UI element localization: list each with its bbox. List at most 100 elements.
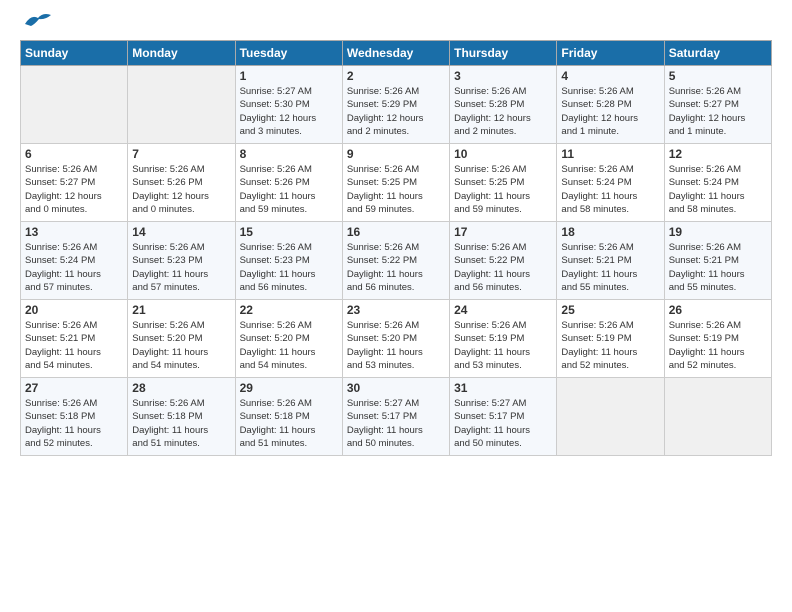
day-info: Sunrise: 5:27 AM Sunset: 5:17 PM Dayligh…	[454, 397, 552, 450]
day-info: Sunrise: 5:26 AM Sunset: 5:26 PM Dayligh…	[240, 163, 338, 216]
day-number: 4	[561, 69, 659, 83]
calendar-cell: 24 Sunrise: 5:26 AM Sunset: 5:19 PM Dayli…	[450, 300, 557, 378]
calendar-week-2: 6 Sunrise: 5:26 AM Sunset: 5:27 PM Daylig…	[21, 144, 772, 222]
day-number: 25	[561, 303, 659, 317]
calendar-cell: 22Sunrise: 5:26 AM Sunset: 5:20 PM Dayli…	[235, 300, 342, 378]
calendar-cell: 10 Sunrise: 5:26 AM Sunset: 5:25 PM Dayli…	[450, 144, 557, 222]
calendar-cell: 23 Sunrise: 5:26 AM Sunset: 5:20 PM Dayli…	[342, 300, 449, 378]
day-number: 10	[454, 147, 552, 161]
day-info: Sunrise: 5:26 AM Sunset: 5:21 PM Dayligh…	[25, 319, 123, 372]
day-info: Sunrise: 5:26 AM Sunset: 5:24 PM Dayligh…	[25, 241, 123, 294]
calendar-cell: 5 Sunrise: 5:26 AM Sunset: 5:27 PM Daylig…	[664, 66, 771, 144]
day-number: 26	[669, 303, 767, 317]
day-info: Sunrise: 5:27 AM Sunset: 5:30 PM Dayligh…	[240, 85, 338, 138]
day-number: 23	[347, 303, 445, 317]
calendar-cell	[664, 378, 771, 456]
day-info: Sunrise: 5:26 AM Sunset: 5:25 PM Dayligh…	[454, 163, 552, 216]
day-number: 29	[240, 381, 338, 395]
calendar-cell: 26 Sunrise: 5:26 AM Sunset: 5:19 PM Dayli…	[664, 300, 771, 378]
day-info: Sunrise: 5:26 AM Sunset: 5:28 PM Dayligh…	[454, 85, 552, 138]
day-number: 15	[240, 225, 338, 239]
calendar-table: SundayMondayTuesdayWednesdayThursdayFrid…	[20, 40, 772, 456]
day-number: 28	[132, 381, 230, 395]
calendar-cell: 7Sunrise: 5:26 AM Sunset: 5:26 PM Daylig…	[128, 144, 235, 222]
day-number: 13	[25, 225, 123, 239]
day-info: Sunrise: 5:26 AM Sunset: 5:23 PM Dayligh…	[132, 241, 230, 294]
calendar-cell: 21 Sunrise: 5:26 AM Sunset: 5:20 PM Dayli…	[128, 300, 235, 378]
day-number: 16	[347, 225, 445, 239]
day-info: Sunrise: 5:26 AM Sunset: 5:26 PM Dayligh…	[132, 163, 230, 216]
calendar-cell: 20 Sunrise: 5:26 AM Sunset: 5:21 PM Dayli…	[21, 300, 128, 378]
day-info: Sunrise: 5:26 AM Sunset: 5:28 PM Dayligh…	[561, 85, 659, 138]
weekday-header-monday: Monday	[128, 41, 235, 66]
day-info: Sunrise: 5:26 AM Sunset: 5:20 PM Dayligh…	[132, 319, 230, 372]
calendar-cell	[21, 66, 128, 144]
calendar-cell: 16 Sunrise: 5:26 AM Sunset: 5:22 PM Dayli…	[342, 222, 449, 300]
day-info: Sunrise: 5:26 AM Sunset: 5:22 PM Dayligh…	[454, 241, 552, 294]
calendar-cell: 30 Sunrise: 5:27 AM Sunset: 5:17 PM Dayli…	[342, 378, 449, 456]
weekday-header-saturday: Saturday	[664, 41, 771, 66]
day-info: Sunrise: 5:26 AM Sunset: 5:19 PM Dayligh…	[669, 319, 767, 372]
calendar-week-4: 20 Sunrise: 5:26 AM Sunset: 5:21 PM Dayli…	[21, 300, 772, 378]
day-number: 19	[669, 225, 767, 239]
day-number: 24	[454, 303, 552, 317]
calendar-week-3: 13 Sunrise: 5:26 AM Sunset: 5:24 PM Dayli…	[21, 222, 772, 300]
day-number: 5	[669, 69, 767, 83]
calendar-cell: 9 Sunrise: 5:26 AM Sunset: 5:25 PM Daylig…	[342, 144, 449, 222]
day-info: Sunrise: 5:26 AM Sunset: 5:24 PM Dayligh…	[669, 163, 767, 216]
day-number: 11	[561, 147, 659, 161]
day-info: Sunrise: 5:26 AM Sunset: 5:23 PM Dayligh…	[240, 241, 338, 294]
weekday-header-thursday: Thursday	[450, 41, 557, 66]
day-number: 3	[454, 69, 552, 83]
day-number: 8	[240, 147, 338, 161]
calendar-cell: 17Sunrise: 5:26 AM Sunset: 5:22 PM Dayli…	[450, 222, 557, 300]
calendar-cell: 14Sunrise: 5:26 AM Sunset: 5:23 PM Dayli…	[128, 222, 235, 300]
calendar-cell: 6 Sunrise: 5:26 AM Sunset: 5:27 PM Daylig…	[21, 144, 128, 222]
day-number: 31	[454, 381, 552, 395]
calendar-cell: 4 Sunrise: 5:26 AM Sunset: 5:28 PM Daylig…	[557, 66, 664, 144]
calendar-cell: 29 Sunrise: 5:26 AM Sunset: 5:18 PM Dayli…	[235, 378, 342, 456]
day-info: Sunrise: 5:26 AM Sunset: 5:21 PM Dayligh…	[669, 241, 767, 294]
header	[20, 16, 772, 30]
day-number: 2	[347, 69, 445, 83]
weekday-header-sunday: Sunday	[21, 41, 128, 66]
calendar-cell: 3 Sunrise: 5:26 AM Sunset: 5:28 PM Daylig…	[450, 66, 557, 144]
calendar-cell: 27Sunrise: 5:26 AM Sunset: 5:18 PM Dayli…	[21, 378, 128, 456]
day-number: 21	[132, 303, 230, 317]
calendar-week-5: 27Sunrise: 5:26 AM Sunset: 5:18 PM Dayli…	[21, 378, 772, 456]
calendar-cell: 2 Sunrise: 5:26 AM Sunset: 5:29 PM Daylig…	[342, 66, 449, 144]
day-number: 20	[25, 303, 123, 317]
day-info: Sunrise: 5:26 AM Sunset: 5:19 PM Dayligh…	[561, 319, 659, 372]
day-info: Sunrise: 5:26 AM Sunset: 5:29 PM Dayligh…	[347, 85, 445, 138]
day-number: 9	[347, 147, 445, 161]
calendar-cell	[557, 378, 664, 456]
day-info: Sunrise: 5:26 AM Sunset: 5:21 PM Dayligh…	[561, 241, 659, 294]
calendar-cell: 28Sunrise: 5:26 AM Sunset: 5:18 PM Dayli…	[128, 378, 235, 456]
calendar-cell	[128, 66, 235, 144]
day-info: Sunrise: 5:26 AM Sunset: 5:27 PM Dayligh…	[25, 163, 123, 216]
calendar-cell: 13 Sunrise: 5:26 AM Sunset: 5:24 PM Dayli…	[21, 222, 128, 300]
calendar-cell: 25 Sunrise: 5:26 AM Sunset: 5:19 PM Dayli…	[557, 300, 664, 378]
day-info: Sunrise: 5:26 AM Sunset: 5:19 PM Dayligh…	[454, 319, 552, 372]
weekday-header-friday: Friday	[557, 41, 664, 66]
day-info: Sunrise: 5:26 AM Sunset: 5:27 PM Dayligh…	[669, 85, 767, 138]
weekday-header-tuesday: Tuesday	[235, 41, 342, 66]
day-info: Sunrise: 5:26 AM Sunset: 5:18 PM Dayligh…	[25, 397, 123, 450]
day-number: 30	[347, 381, 445, 395]
day-number: 6	[25, 147, 123, 161]
day-number: 12	[669, 147, 767, 161]
calendar-week-1: 1Sunrise: 5:27 AM Sunset: 5:30 PM Daylig…	[21, 66, 772, 144]
calendar-cell: 15 Sunrise: 5:26 AM Sunset: 5:23 PM Dayli…	[235, 222, 342, 300]
calendar-cell: 12 Sunrise: 5:26 AM Sunset: 5:24 PM Dayli…	[664, 144, 771, 222]
day-number: 22	[240, 303, 338, 317]
calendar-cell: 1Sunrise: 5:27 AM Sunset: 5:30 PM Daylig…	[235, 66, 342, 144]
calendar-cell: 31 Sunrise: 5:27 AM Sunset: 5:17 PM Dayli…	[450, 378, 557, 456]
day-number: 18	[561, 225, 659, 239]
day-info: Sunrise: 5:26 AM Sunset: 5:25 PM Dayligh…	[347, 163, 445, 216]
day-info: Sunrise: 5:26 AM Sunset: 5:18 PM Dayligh…	[240, 397, 338, 450]
weekday-header-row: SundayMondayTuesdayWednesdayThursdayFrid…	[21, 41, 772, 66]
page: SundayMondayTuesdayWednesdayThursdayFrid…	[0, 0, 792, 612]
day-info: Sunrise: 5:26 AM Sunset: 5:20 PM Dayligh…	[347, 319, 445, 372]
day-info: Sunrise: 5:26 AM Sunset: 5:22 PM Dayligh…	[347, 241, 445, 294]
day-info: Sunrise: 5:27 AM Sunset: 5:17 PM Dayligh…	[347, 397, 445, 450]
